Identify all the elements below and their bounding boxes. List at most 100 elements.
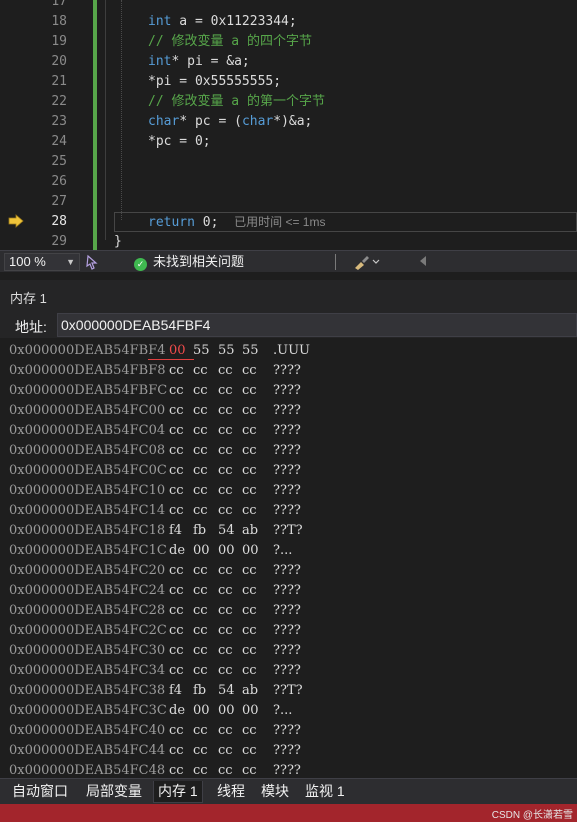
code-line[interactable]: 27 xyxy=(0,192,577,212)
memory-byte[interactable]: cc xyxy=(193,721,213,741)
memory-row[interactable]: 0x000000DEAB54FC04 cc cc cc cc???? xyxy=(0,421,577,441)
memory-row[interactable]: 0x000000DEAB54FC48 cc cc cc cc???? xyxy=(0,761,577,778)
memory-row[interactable]: 0x000000DEAB54FC3C de 00 00 00?... xyxy=(0,701,577,721)
memory-byte[interactable]: de xyxy=(169,701,189,721)
memory-byte[interactable]: de xyxy=(169,541,189,561)
memory-byte[interactable]: cc xyxy=(242,581,262,601)
memory-row[interactable]: 0x000000DEAB54FC24 cc cc cc cc???? xyxy=(0,581,577,601)
memory-byte[interactable]: cc xyxy=(193,761,213,778)
memory-byte[interactable]: cc xyxy=(193,561,213,581)
memory-byte[interactable]: 55 xyxy=(242,341,262,361)
memory-byte[interactable]: cc xyxy=(169,381,189,401)
memory-byte[interactable]: cc xyxy=(169,621,189,641)
memory-row[interactable]: 0x000000DEAB54FC14 cc cc cc cc???? xyxy=(0,501,577,521)
memory-byte[interactable]: cc xyxy=(169,461,189,481)
tab-4[interactable]: 线程 xyxy=(213,781,249,803)
code-line[interactable]: 22 // 修改变量 a 的第一个字节 xyxy=(0,92,577,112)
memory-byte[interactable]: 54 xyxy=(218,681,238,701)
code-line[interactable]: 20 int* pi = &a; xyxy=(0,52,577,72)
memory-byte[interactable]: cc xyxy=(193,641,213,661)
memory-byte[interactable]: cc xyxy=(242,561,262,581)
memory-byte[interactable]: cc xyxy=(242,741,262,761)
memory-byte[interactable]: cc xyxy=(218,361,238,381)
memory-byte[interactable]: 00 xyxy=(193,541,213,561)
tab-3[interactable]: 内存 1 xyxy=(153,781,203,803)
memory-byte[interactable]: cc xyxy=(242,641,262,661)
code-line[interactable]: 21 *pi = 0x55555555; xyxy=(0,72,577,92)
memory-byte[interactable]: cc xyxy=(218,661,238,681)
memory-row[interactable]: 0x000000DEAB54FC30 cc cc cc cc???? xyxy=(0,641,577,661)
memory-byte[interactable]: cc xyxy=(218,481,238,501)
memory-byte[interactable]: 55 xyxy=(193,341,213,361)
memory-row[interactable]: 0x000000DEAB54FBF4 00 55 55 55 .UUU xyxy=(0,341,577,361)
memory-byte[interactable]: cc xyxy=(218,421,238,441)
scroll-left-arrow[interactable] xyxy=(420,256,426,266)
code-line[interactable]: 24 *pc = 0; xyxy=(0,132,577,152)
memory-byte[interactable]: cc xyxy=(242,661,262,681)
address-input[interactable]: 0x000000DEAB54FBF4 xyxy=(57,313,577,337)
memory-byte[interactable]: cc xyxy=(193,581,213,601)
memory-byte[interactable]: cc xyxy=(242,761,262,778)
tab-6[interactable]: 监视 1 xyxy=(301,781,349,803)
memory-byte[interactable]: cc xyxy=(218,581,238,601)
memory-byte[interactable]: cc xyxy=(218,621,238,641)
memory-byte[interactable]: cc xyxy=(242,461,262,481)
memory-byte[interactable]: cc xyxy=(169,641,189,661)
memory-row[interactable]: 0x000000DEAB54FC20 cc cc cc cc???? xyxy=(0,561,577,581)
memory-byte[interactable]: cc xyxy=(193,481,213,501)
memory-row[interactable]: 0x000000DEAB54FBF8 cc cc cc cc???? xyxy=(0,361,577,381)
memory-byte[interactable]: cc xyxy=(218,401,238,421)
memory-byte[interactable]: cc xyxy=(242,421,262,441)
memory-row[interactable]: 0x000000DEAB54FC44 cc cc cc cc???? xyxy=(0,741,577,761)
memory-byte[interactable]: cc xyxy=(193,441,213,461)
memory-row[interactable]: 0x000000DEAB54FC38 f4 fb 54 ab ??T? xyxy=(0,681,577,701)
memory-byte[interactable]: cc xyxy=(242,401,262,421)
memory-row[interactable]: 0x000000DEAB54FC08 cc cc cc cc???? xyxy=(0,441,577,461)
memory-byte[interactable]: cc xyxy=(193,501,213,521)
memory-byte[interactable]: cc xyxy=(218,761,238,778)
memory-byte[interactable]: 00 xyxy=(242,701,262,721)
memory-byte[interactable]: cc xyxy=(169,401,189,421)
memory-byte[interactable]: ab xyxy=(242,681,262,701)
memory-byte[interactable]: cc xyxy=(193,381,213,401)
memory-byte[interactable]: cc xyxy=(218,641,238,661)
memory-byte[interactable]: 54 xyxy=(218,521,238,541)
memory-byte[interactable]: cc xyxy=(242,501,262,521)
memory-byte[interactable]: cc xyxy=(218,461,238,481)
memory-byte[interactable]: 00 xyxy=(169,341,189,361)
code-line[interactable]: 23 char* pc = (char*)&a; xyxy=(0,112,577,132)
memory-byte[interactable]: cc xyxy=(242,601,262,621)
code-line[interactable]: 19 // 修改变量 a 的四个字节 xyxy=(0,32,577,52)
memory-row[interactable]: 0x000000DEAB54FC28 cc cc cc cc???? xyxy=(0,601,577,621)
memory-byte[interactable]: cc xyxy=(169,561,189,581)
memory-byte[interactable]: fb xyxy=(193,521,213,541)
code-line[interactable]: 29} xyxy=(0,232,577,250)
memory-byte[interactable]: ab xyxy=(242,521,262,541)
memory-byte[interactable]: cc xyxy=(169,661,189,681)
memory-row[interactable]: 0x000000DEAB54FC2C cc cc cc cc???? xyxy=(0,621,577,641)
brush-icon[interactable] xyxy=(352,253,382,271)
memory-row[interactable]: 0x000000DEAB54FC00 cc cc cc cc???? xyxy=(0,401,577,421)
code-line[interactable]: 28 return 0; 已用时间 <= 1ms xyxy=(0,212,577,232)
memory-byte[interactable]: cc xyxy=(169,441,189,461)
memory-byte[interactable]: cc xyxy=(169,481,189,501)
memory-row[interactable]: 0x000000DEAB54FC18 f4 fb 54 ab ??T? xyxy=(0,521,577,541)
memory-row[interactable]: 0x000000DEAB54FBFC cc cc cc cc???? xyxy=(0,381,577,401)
memory-byte[interactable]: cc xyxy=(169,581,189,601)
memory-byte[interactable]: cc xyxy=(218,381,238,401)
memory-row[interactable]: 0x000000DEAB54FC0C cc cc cc cc???? xyxy=(0,461,577,481)
code-line[interactable]: 18 int a = 0x11223344; xyxy=(0,12,577,32)
memory-byte[interactable]: cc xyxy=(169,601,189,621)
memory-byte[interactable]: cc xyxy=(242,441,262,461)
memory-byte[interactable]: cc xyxy=(193,741,213,761)
memory-byte[interactable]: f4 xyxy=(169,681,189,701)
cursor-hand-icon[interactable] xyxy=(84,254,100,270)
issues-indicator[interactable]: ✓ 未找到相关问题 xyxy=(134,253,244,271)
memory-row[interactable]: 0x000000DEAB54FC34 cc cc cc cc???? xyxy=(0,661,577,681)
memory-byte[interactable]: f4 xyxy=(169,521,189,541)
memory-byte[interactable]: cc xyxy=(218,561,238,581)
memory-byte[interactable]: cc xyxy=(169,721,189,741)
memory-byte[interactable]: cc xyxy=(169,761,189,778)
perf-tip[interactable]: 已用时间 <= 1ms xyxy=(234,215,325,229)
memory-byte[interactable]: cc xyxy=(169,421,189,441)
